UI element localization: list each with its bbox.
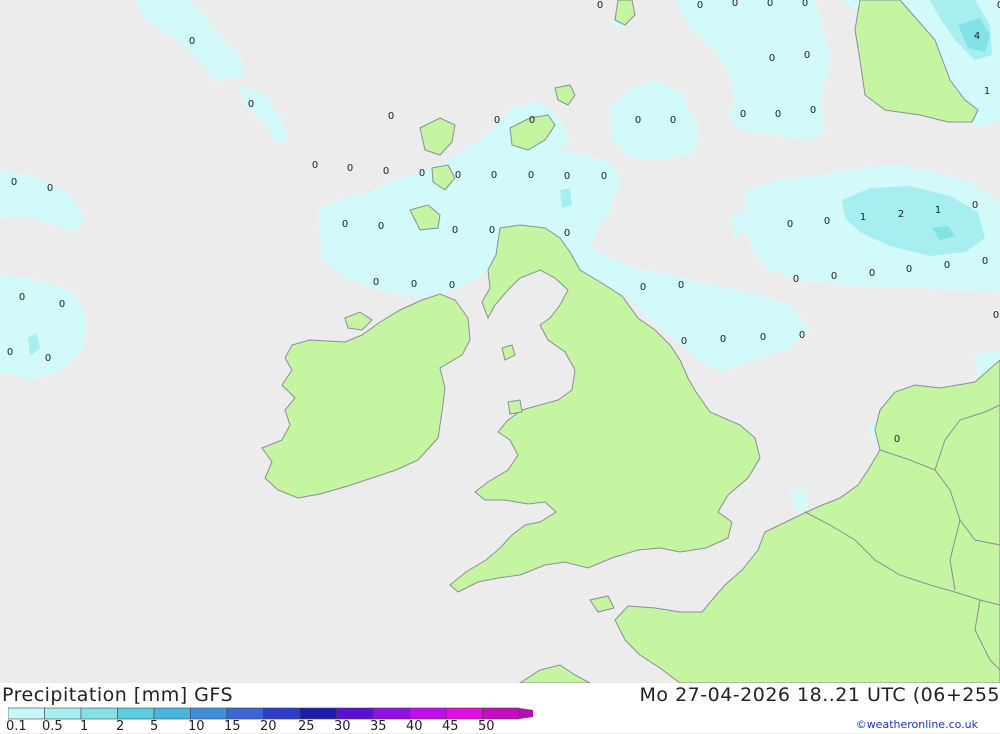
precip-value-label: 0: [45, 353, 51, 364]
scale-arrow: [519, 708, 533, 719]
precip-value-label: 0: [681, 336, 687, 347]
precip-value-label: 0: [312, 160, 318, 171]
scale-swatch: [153, 707, 191, 720]
precip-value-label: 0: [740, 109, 746, 120]
credit-link[interactable]: ©weatheronline.co.uk: [856, 718, 978, 731]
scale-label: 1: [80, 719, 89, 734]
precip-value-label: 0: [564, 171, 570, 182]
precip-value-label: 0: [982, 256, 988, 267]
scale-label: 25: [298, 719, 315, 734]
scale-swatch: [117, 707, 155, 720]
precip-value-label: 0: [804, 50, 810, 61]
precip-value-label: 0: [869, 268, 875, 279]
precip-value-label: 2: [898, 209, 904, 220]
scale-label: 2: [116, 719, 125, 734]
precip-value-label: 0: [59, 299, 65, 310]
precip-value-label: 0: [19, 292, 25, 303]
scale-swatch: [190, 707, 228, 720]
scale-label: 0.1: [6, 719, 27, 734]
scale-swatch: [445, 707, 483, 720]
scale-label: 30: [334, 719, 351, 734]
precipitation-map: 0 0 0 0 0 0 0 0 0 0 0 0 0 0 0 0 0 0 0 0 0 0 0 0 0 0 0 0 0 0 0 0 0 0 0 0 0 0 0 0…: [0, 0, 1000, 683]
scale-swatch: [336, 707, 374, 720]
precip-value-label: 0: [383, 166, 389, 177]
precip-value-label: 0: [189, 36, 195, 47]
precip-value-label: 0: [670, 115, 676, 126]
precip-value-label: 0: [528, 170, 534, 181]
precip-value-label: 0: [944, 260, 950, 271]
scale-swatch: [226, 707, 264, 720]
precip-value-label: 0: [373, 277, 379, 288]
precip-value-label: 1: [984, 86, 990, 97]
scale-label: 15: [224, 719, 241, 734]
precip-value-label: 0: [906, 264, 912, 275]
scale-label: 5: [150, 719, 159, 734]
precip-value-label: 0: [894, 434, 900, 445]
precip-value-label: 0: [597, 0, 603, 11]
scale-swatch: [263, 707, 301, 720]
precip-value-label: 0: [378, 221, 384, 232]
scale-label: 20: [260, 719, 277, 734]
precip-value-label: 4: [974, 31, 980, 42]
precip-value-label: 0: [678, 280, 684, 291]
precip-value-label: 0: [824, 216, 830, 227]
footer: Precipitation [mm] GFS Mo 27-04-2026 18.…: [0, 683, 1000, 734]
precip-value-label: 0: [494, 115, 500, 126]
precip-value-label: 0: [7, 347, 13, 358]
precip-value-label: 0: [455, 170, 461, 181]
precip-value-label: 0: [993, 310, 999, 321]
precip-value-label: 0: [449, 280, 455, 291]
precip-value-label: 0: [767, 0, 773, 9]
precip-value-label: 0: [799, 330, 805, 341]
scale-swatch: [44, 707, 82, 720]
precip-value-label: 0: [248, 99, 254, 110]
precip-value-label: 0: [47, 183, 53, 194]
precip-value-label: 0: [787, 219, 793, 230]
precip-value-label: 0: [720, 334, 726, 345]
precip-value-label: 0: [972, 200, 978, 211]
precip-value-label: 0: [342, 219, 348, 230]
scale-swatch: [80, 707, 118, 720]
scale-swatch: [8, 707, 45, 720]
precip-value-label: 0: [452, 225, 458, 236]
precip-value-label: 0: [769, 53, 775, 64]
precip-value-label: 0: [793, 274, 799, 285]
scale-label: 50: [478, 719, 495, 734]
precip-value-label: 0: [697, 0, 703, 11]
precip-value-label: 0: [775, 109, 781, 120]
precip-value-label: 0: [347, 163, 353, 174]
precip-value-label: 1: [935, 205, 941, 216]
scale-label: 40: [406, 719, 423, 734]
scale-swatch: [299, 707, 337, 720]
precip-value-label: 0: [411, 279, 417, 290]
precip-value-label: 0: [732, 0, 738, 9]
precip-value-label: 0: [11, 177, 17, 188]
precip-value-label: 0: [419, 168, 425, 179]
scale-swatch: [372, 707, 410, 720]
precip-value-label: 0: [802, 0, 808, 9]
precip-value-label: 0: [640, 282, 646, 293]
precip-value-label: 0: [529, 115, 535, 126]
scale-label: 10: [188, 719, 205, 734]
map-title: Precipitation [mm] GFS: [2, 684, 234, 706]
map-datetime: Mo 27-04-2026 18..21 UTC (06+255: [639, 684, 1000, 706]
scale-swatch: [482, 707, 520, 720]
precip-value-label: 0: [831, 271, 837, 282]
precip-value-label: 0: [601, 171, 607, 182]
scale-label: 0.5: [42, 719, 63, 734]
precip-value-label: 0: [635, 115, 641, 126]
scale-label: 45: [442, 719, 459, 734]
scale-label: 35: [370, 719, 387, 734]
precip-value-label: 0: [388, 111, 394, 122]
precip-value-label: 0: [491, 170, 497, 181]
precip-value-label: 0: [489, 225, 495, 236]
precip-value-label: 0: [760, 332, 766, 343]
precip-value-label: 0: [564, 228, 570, 239]
precip-value-label: 0: [810, 105, 816, 116]
scale-swatch: [409, 707, 447, 720]
precip-value-label: 1: [860, 212, 866, 223]
